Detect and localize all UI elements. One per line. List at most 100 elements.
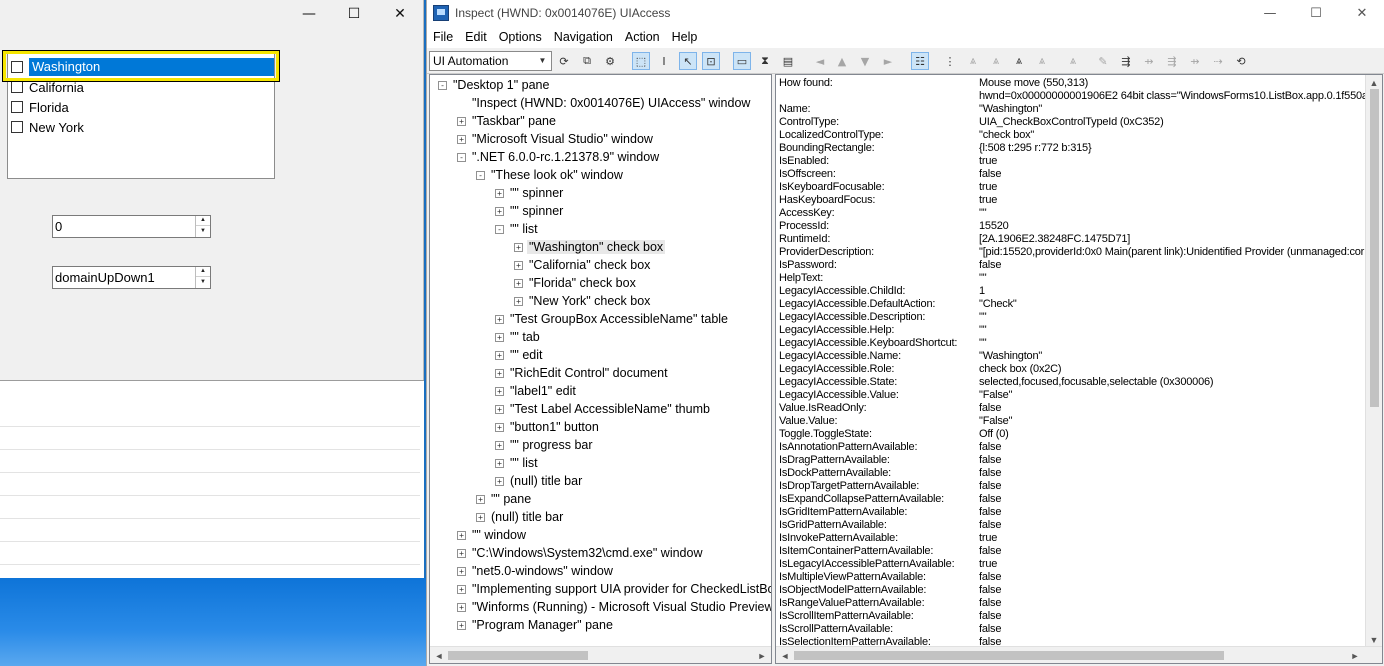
expand-icon[interactable]: + [495,440,504,450]
menu-file[interactable]: File [427,30,459,44]
tree-node[interactable]: - "These look ok" window [476,166,625,184]
navigate-previous-icon[interactable]: ⩓ [1010,52,1028,70]
properties-pane[interactable]: How found: Mouse move (550,313) hwnd=0x000… [775,74,1383,664]
tool-icon[interactable]: ⇸ [1186,52,1204,70]
chevron-down-icon[interactable]: ▼ [535,53,550,69]
tree-node[interactable]: + (null) title bar [476,508,565,526]
close-button[interactable]: ✕ [1339,0,1384,26]
properties-vertical-scrollbar[interactable]: ▲ ▼ [1365,75,1382,648]
expand-icon[interactable]: + [457,566,466,576]
expand-icon[interactable]: + [495,206,504,216]
collapse-icon[interactable]: - [457,152,466,162]
maximize-button[interactable]: ☐ [1293,0,1339,26]
expand-icon[interactable]: + [495,332,504,342]
maximize-button[interactable]: ☐ [331,0,377,28]
collapse-icon[interactable]: - [495,224,504,234]
tree-node[interactable]: "Inspect (HWND: 0x0014076E) UIAccess" wi… [457,94,752,112]
close-button[interactable]: ✕ [377,0,423,28]
menu-action[interactable]: Action [619,30,666,44]
expand-icon[interactable]: + [495,386,504,396]
spin-down-icon[interactable]: ▼ [196,226,210,236]
tree-node[interactable]: - "Desktop 1" pane [438,76,551,94]
expand-icon[interactable]: + [495,368,504,378]
navigate-next-icon[interactable]: ⩓ [987,52,1005,70]
expand-icon[interactable]: + [514,296,523,306]
tool-icon[interactable]: ⇢ [1209,52,1227,70]
tree-node[interactable]: + "" list [495,454,540,472]
expand-icon[interactable]: + [457,134,466,144]
checkbox-icon[interactable] [11,101,23,113]
tree-node[interactable]: + "C:\Windows\System32\cmd.exe" window [457,544,704,562]
scroll-up-icon[interactable]: ▲ [1367,76,1381,90]
scroll-right-icon[interactable]: ► [1348,649,1362,663]
watch-caret-icon[interactable]: I [655,52,673,70]
mode-combobox[interactable]: UI Automation ▼ [429,51,552,71]
list-item-new-york[interactable]: New York [10,117,274,137]
options-icon[interactable]: ⚙ [601,52,619,70]
tool-icon[interactable]: ✎ [1094,52,1112,70]
show-caret-icon[interactable]: ⧗ [756,52,774,70]
tree-node[interactable]: + "Test GroupBox AccessibleName" table [495,310,730,328]
arrow-down-icon[interactable]: ▼ [856,52,874,70]
menu-navigation[interactable]: Navigation [548,30,619,44]
expand-icon[interactable]: + [495,422,504,432]
navigate-last-child-icon[interactable]: ⩓ [1033,52,1051,70]
expand-icon[interactable]: + [457,602,466,612]
tree-node[interactable]: + "Program Manager" pane [457,616,615,634]
navigate-first-child-icon[interactable]: ⩓ [964,52,982,70]
tree-node[interactable]: + "Washington" check box [514,238,666,256]
tree-node[interactable]: + "RichEdit Control" document [495,364,670,382]
data-grid[interactable] [0,380,424,578]
checkbox-icon[interactable] [11,81,23,93]
domain-updown[interactable]: domainUpDown1 ▲ ▼ [52,266,211,289]
expand-icon[interactable]: + [514,278,523,288]
scroll-left-icon[interactable]: ◄ [778,649,792,663]
expand-icon[interactable]: + [457,548,466,558]
arrow-left-icon[interactable]: ◄ [811,52,829,70]
refresh-tree-icon[interactable]: ⟲ [1232,52,1250,70]
tree-node[interactable]: + "label1" edit [495,382,578,400]
scroll-right-icon[interactable]: ► [755,649,769,663]
refresh-icon[interactable]: ⟳ [555,52,573,70]
arrow-right-icon[interactable]: ► [879,52,897,70]
tree-node[interactable]: + "net5.0-windows" window [457,562,615,580]
tree-node[interactable]: + "New York" check box [514,292,652,310]
tree-node[interactable]: - ".NET 6.0.0-rc.1.21378.9" window [457,148,661,166]
list-item-florida[interactable]: Florida [10,97,274,117]
element-tree[interactable]: - "Desktop 1" pane "Inspect (HWND: 0x00140… [429,74,772,664]
expand-icon[interactable]: + [495,404,504,414]
expand-icon[interactable]: + [457,116,466,126]
tree-node[interactable]: + "" tab [495,328,542,346]
spinner-buttons[interactable]: ▲ ▼ [195,216,210,237]
tree-node[interactable]: + "Winforms (Running) - Microsoft Visual … [457,598,771,616]
expand-icon[interactable]: + [457,620,466,630]
expand-icon[interactable]: + [476,494,485,504]
tool-icon[interactable]: ⇶ [1163,52,1181,70]
expand-icon[interactable]: + [495,314,504,324]
menu-options[interactable]: Options [493,30,548,44]
expand-icon[interactable]: + [514,260,523,270]
scrollbar-thumb[interactable] [448,651,588,660]
title-bar[interactable]: Inspect (HWND: 0x0014076E) UIAccess — ☐ … [427,0,1384,26]
watch-cursor-icon[interactable]: ↖ [679,52,697,70]
spin-down-icon[interactable]: ▼ [196,277,210,287]
expand-icon[interactable]: + [495,476,504,486]
tree-node[interactable]: + "Implementing support UIA provider for … [457,580,771,598]
expand-icon[interactable]: + [495,458,504,468]
menu-help[interactable]: Help [666,30,704,44]
watch-focus-icon[interactable]: ⬚ [632,52,650,70]
arrow-up-icon[interactable]: ▲ [833,52,851,70]
tree-node[interactable]: + "" pane [476,490,533,508]
scrollbar-thumb[interactable] [794,651,1224,660]
tree-node[interactable]: + "" edit [495,346,545,364]
expand-icon[interactable]: + [457,530,466,540]
tree-node[interactable]: + "Test Label AccessibleName" thumb [495,400,712,418]
tree-view-icon[interactable]: ☷ [911,52,929,70]
expand-icon[interactable]: + [457,584,466,594]
tree-node[interactable]: + "Microsoft Visual Studio" window [457,130,655,148]
navigate-parent-icon[interactable]: ⋮ [941,52,959,70]
scroll-left-icon[interactable]: ◄ [432,649,446,663]
checkbox-icon[interactable] [11,121,23,133]
properties-horizontal-scrollbar[interactable]: ◄ ► [776,646,1382,663]
collapse-icon[interactable]: - [438,80,447,90]
